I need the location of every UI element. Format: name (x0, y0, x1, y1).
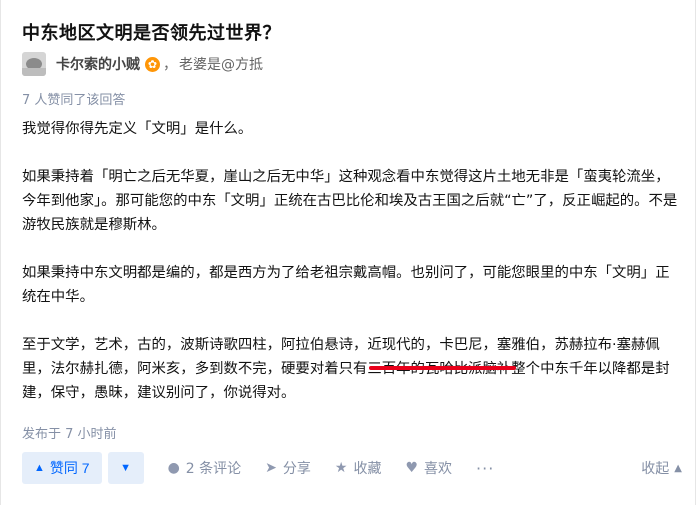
author-avatar[interactable] (22, 52, 46, 76)
upvote-label: 赞同 7 (49, 460, 90, 476)
comments-button[interactable]: ● 2 条评论 (168, 458, 242, 478)
answer-paragraph: 我觉得你得先定义「文明」是什么。 (22, 121, 253, 137)
red-underline-annotation (369, 366, 516, 370)
chevron-up-icon: ▲ (674, 462, 682, 474)
downvote-button[interactable]: ▼ (107, 452, 144, 484)
author-separator: ， (163, 57, 177, 73)
collapse-label: 收起 (641, 461, 670, 477)
paper-plane-icon: ➤ (265, 460, 277, 476)
vote-summary[interactable]: 7 人赞同了该回答 (22, 89, 125, 108)
collapse-button[interactable]: 收起 ▲ (641, 458, 682, 478)
answer-card: 中东地区文明是否领先过世界？ 卡尔索的小贼 ✿ ， 老婆是@方抵 7 人赞同了该… (0, 0, 696, 505)
action-bar: ▲ 赞同 7 ▼ ● 2 条评论 ➤ 分享 ★ 收藏 ♥ 喜欢 ··· 收起 ▲ (22, 452, 682, 484)
comment-bubble-icon: ● (167, 460, 180, 476)
comments-label: 2 条评论 (185, 461, 242, 477)
like-button[interactable]: ♥ 喜欢 (405, 458, 452, 478)
upvote-button[interactable]: ▲ 赞同 7 (22, 452, 102, 484)
like-label: 喜欢 (424, 461, 453, 477)
answer-paragraph: 如果秉持中东文明都是编的，都是西方为了给老祖宗戴高帽。也别问了，可能您眼里的中东… (22, 265, 670, 305)
star-icon: ★ (334, 460, 348, 476)
publish-time[interactable]: 发布于 7 小时前 (22, 423, 117, 442)
answer-paragraph: 至于文学，艺术，古的，波斯诗歌四柱，阿拉伯悬诗，近现代的，卡巴尼，塞雅伯，苏赫拉… (22, 337, 670, 401)
author-info: 卡尔索的小贼 ✿ ， 老婆是@方抵 (22, 52, 263, 76)
more-button[interactable]: ··· (476, 459, 494, 478)
triangle-up-icon: ▲ (34, 462, 45, 474)
author-bio: 老婆是@方抵 (179, 57, 263, 73)
author-name[interactable]: 卡尔索的小贼 (56, 54, 140, 74)
favorite-label: 收藏 (353, 461, 382, 477)
share-label: 分享 (282, 461, 311, 477)
question-title[interactable]: 中东地区文明是否领先过世界？ (22, 19, 281, 45)
favorite-button[interactable]: ★ 收藏 (335, 458, 382, 478)
star-badge-icon[interactable]: ✿ (145, 56, 160, 72)
triangle-down-icon: ▼ (120, 462, 132, 474)
answer-paragraph: 如果秉持着「明亡之后无华夏，崖山之后无中华」这种观念看中东觉得这片土地无非是「蛮… (22, 169, 678, 233)
share-button[interactable]: ➤ 分享 (265, 458, 311, 478)
answer-content: 我觉得你得先定义「文明」是什么。 如果秉持着「明亡之后无华夏，崖山之后无中华」这… (22, 117, 682, 429)
heart-icon: ♥ (405, 460, 419, 476)
